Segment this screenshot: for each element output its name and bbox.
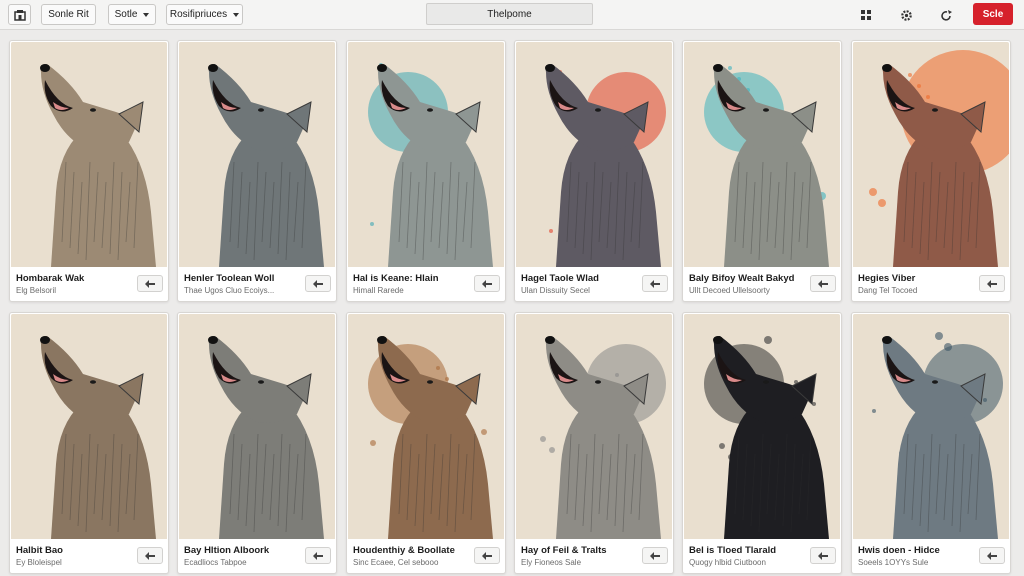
pin-save-button[interactable]	[474, 275, 500, 292]
pin-card[interactable]: Hagel Taole Wlad Ulan Dissuity Secel	[514, 40, 674, 302]
wolf-artwork-image[interactable]	[516, 314, 672, 539]
pin-card[interactable]: Hay of Feil & Tralts Ely Fioneos Sale	[514, 312, 674, 574]
pin-save-button[interactable]	[305, 547, 331, 564]
wolf-artwork-image[interactable]	[516, 42, 672, 267]
save-board-button[interactable]: Scle	[973, 3, 1013, 25]
pin-title: Hegies Viber	[858, 273, 916, 284]
pin-icon	[818, 279, 828, 288]
pin-subtitle: Ey Bloleispel	[16, 558, 62, 567]
pin-save-button[interactable]	[137, 275, 163, 292]
pin-card[interactable]: Hegies Viber Dang Tel Tocoed	[851, 40, 1011, 302]
wolf-artwork-image[interactable]	[348, 42, 504, 267]
pin-subtitle: Soeels 1OYYs Sule	[858, 558, 929, 567]
chevron-down-icon	[143, 12, 150, 17]
pin-save-button[interactable]	[810, 275, 836, 292]
pin-subtitle: Ulan Dissuity Secel	[521, 286, 590, 295]
pin-card[interactable]: Baly Bifoy Wealt Bakyd Ullt Decoed Ullels…	[682, 40, 842, 302]
pin-card[interactable]: Hal is Keane: Hlain Himall Rarede	[346, 40, 506, 302]
wolf-artwork-image[interactable]	[853, 314, 1009, 539]
wolf-artwork-image[interactable]	[853, 42, 1009, 267]
pin-subtitle: Ullt Decoed Ullelsoorty	[689, 286, 770, 295]
pin-save-button[interactable]	[305, 275, 331, 292]
pin-save-button[interactable]	[642, 547, 668, 564]
wolf-artwork-image[interactable]	[179, 314, 335, 539]
pin-icon	[987, 279, 997, 288]
filter-label: Rosifipriuces	[169, 9, 228, 20]
pin-icon	[145, 279, 155, 288]
pin-subtitle: Sinc Ecaee, Cel sebooo	[353, 558, 439, 567]
sort-label: Sotle	[114, 9, 138, 20]
pin-title: Henler Toolean Woll	[184, 273, 275, 284]
pin-save-button[interactable]	[137, 547, 163, 564]
pin-card[interactable]: Hwis doen - Hidce Soeels 1OYYs Sule	[851, 312, 1011, 574]
share-button[interactable]	[938, 6, 956, 24]
pin-icon	[650, 279, 660, 288]
board-title-button[interactable]: Sonle Rit	[41, 4, 96, 25]
wolf-artwork-image[interactable]	[684, 42, 840, 267]
pin-save-button[interactable]	[474, 547, 500, 564]
pin-icon	[818, 551, 828, 560]
pin-title: Baly Bifoy Wealt Bakyd	[689, 273, 795, 284]
pin-title: Houdenthiy & Boollate	[353, 545, 455, 556]
home-icon	[13, 9, 26, 21]
filter-dropdown[interactable]: Rosifipriuces	[166, 4, 243, 25]
pin-card[interactable]: Hombarak Wak Elg Belsoril	[9, 40, 169, 302]
pin-icon	[145, 551, 155, 560]
pin-title: Halbit Bao	[16, 545, 63, 556]
wolf-artwork-image[interactable]	[11, 314, 167, 539]
pin-card[interactable]: Bel is Tloed Tlarald Quogy hlbid Ciutboon	[682, 312, 842, 574]
pin-icon	[482, 279, 492, 288]
top-toolbar: Sonle Rit Sotle Rosifipriuces Thelpome S…	[0, 0, 1024, 30]
pin-subtitle: Himall Rarede	[353, 286, 404, 295]
pin-icon	[482, 551, 492, 560]
pin-title: Hwis doen - Hidce	[858, 545, 940, 556]
pin-card[interactable]: Henler Toolean Woll Thae Ugos Cluo Ecoiys…	[177, 40, 337, 302]
pin-subtitle: Thae Ugos Cluo Ecoiys...	[184, 286, 275, 295]
pin-icon	[987, 551, 997, 560]
home-button[interactable]	[8, 4, 31, 25]
pin-save-button[interactable]	[979, 547, 1005, 564]
gear-icon	[900, 9, 912, 21]
pin-subtitle: Ely Fioneos Sale	[521, 558, 582, 567]
sort-dropdown[interactable]: Sotle	[108, 4, 156, 25]
pin-title: Hal is Keane: Hlain	[353, 273, 439, 284]
pin-title: Bay Hltion Alboork	[184, 545, 270, 556]
pin-save-button[interactable]	[979, 275, 1005, 292]
chevron-down-icon	[233, 12, 240, 17]
pin-title: Hay of Feil & Tralts	[521, 545, 607, 556]
pin-card[interactable]: Halbit Bao Ey Bloleispel	[9, 312, 169, 574]
pin-subtitle: Dang Tel Tocoed	[858, 286, 918, 295]
pin-title: Hombarak Wak	[16, 273, 85, 284]
pin-title: Hagel Taole Wlad	[521, 273, 599, 284]
pin-subtitle: Elg Belsoril	[16, 286, 57, 295]
settings-button[interactable]	[897, 6, 915, 24]
pin-card[interactable]: Bay Hltion Alboork Ecadliocs Tabpoe	[177, 312, 337, 574]
refresh-icon	[941, 9, 952, 21]
pin-card[interactable]: Houdenthiy & Boollate Sinc Ecaee, Cel seb…	[346, 312, 506, 574]
wolf-artwork-image[interactable]	[11, 42, 167, 267]
wolf-artwork-image[interactable]	[684, 314, 840, 539]
pin-save-button[interactable]	[810, 547, 836, 564]
wolf-artwork-image[interactable]	[348, 314, 504, 539]
grid-icon	[861, 10, 871, 20]
grid-view-button[interactable]	[857, 6, 875, 24]
pin-icon	[313, 551, 323, 560]
search-input[interactable]: Thelpome	[426, 3, 593, 25]
pin-save-button[interactable]	[642, 275, 668, 292]
wolf-artwork-image[interactable]	[179, 42, 335, 267]
pin-subtitle: Ecadliocs Tabpoe	[184, 558, 247, 567]
pin-subtitle: Quogy hlbid Ciutboon	[689, 558, 766, 567]
pin-title: Bel is Tloed Tlarald	[689, 545, 777, 556]
pin-icon	[650, 551, 660, 560]
pin-icon	[313, 279, 323, 288]
